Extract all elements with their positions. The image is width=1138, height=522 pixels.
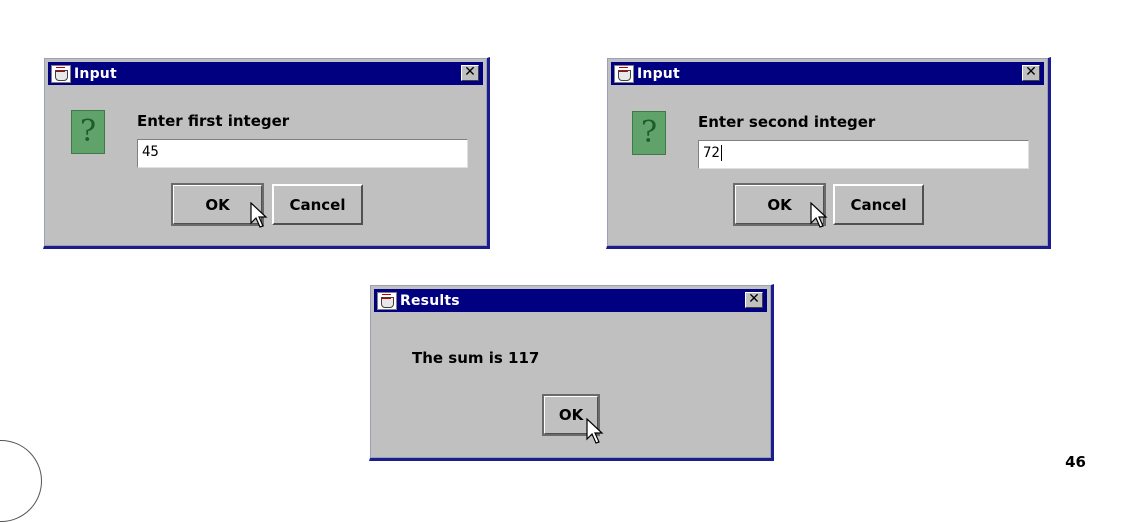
result-message: The sum is 117 — [412, 349, 540, 367]
title-bar[interactable]: Input ✕ — [611, 62, 1044, 85]
mouse-pointer-icon — [810, 202, 828, 228]
dialog-title: Results — [400, 292, 460, 309]
cancel-button[interactable]: Cancel — [833, 184, 924, 225]
mouse-pointer-icon — [586, 418, 604, 444]
prompt-label: Enter second integer — [698, 113, 876, 131]
input-value: 72 — [703, 145, 720, 161]
close-button[interactable]: ✕ — [745, 292, 763, 308]
close-button[interactable]: ✕ — [1022, 65, 1040, 81]
close-button[interactable]: ✕ — [461, 65, 479, 81]
input-value: 45 — [142, 144, 159, 160]
prompt-label: Enter first integer — [137, 112, 290, 130]
question-icon: ? — [71, 110, 105, 154]
question-icon: ? — [632, 111, 666, 155]
input-dialog-first: Input ✕ ? Enter first integer 45 OK Canc… — [43, 57, 490, 249]
text-caret — [720, 145, 722, 161]
title-bar[interactable]: Input ✕ — [48, 62, 483, 85]
java-cup-icon — [614, 64, 634, 83]
dialog-title: Input — [74, 65, 117, 82]
input-dialog-second: Input ✕ ? Enter second integer 72 OK Can… — [606, 57, 1051, 249]
slide-decoration — [0, 440, 42, 522]
cancel-button[interactable]: Cancel — [272, 184, 363, 225]
title-bar[interactable]: Results ✕ — [374, 289, 767, 312]
mouse-pointer-icon — [250, 202, 268, 228]
page-number: 46 — [1065, 453, 1086, 471]
results-dialog: Results ✕ The sum is 117 OK — [369, 284, 774, 461]
java-cup-icon — [51, 64, 71, 83]
integer-input[interactable]: 72 — [698, 140, 1029, 169]
java-cup-icon — [377, 291, 397, 310]
integer-input[interactable]: 45 — [137, 139, 468, 168]
dialog-title: Input — [637, 65, 680, 82]
